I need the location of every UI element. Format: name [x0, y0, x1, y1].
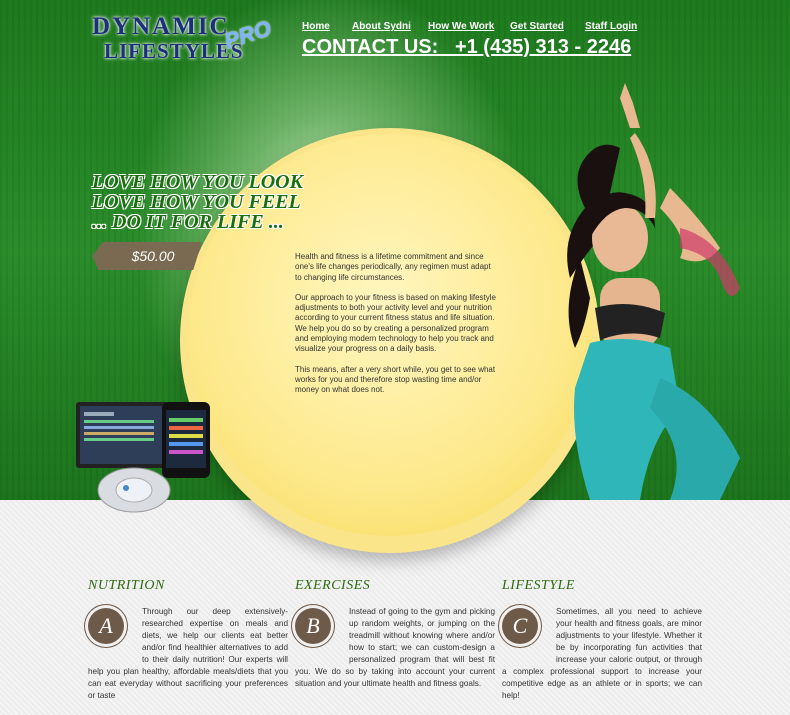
intro-paragraph: Health and fitness is a lifetime commitm…: [295, 252, 491, 282]
intro-text: Health and fitness is a lifetime commitm…: [295, 252, 497, 406]
price-value: $50.00: [131, 248, 175, 264]
tagline-line1: LOVE HOW YOU LOOK: [92, 171, 303, 193]
lifestyle-section: LIFESTYLE Sometimes, all you need to ach…: [502, 578, 702, 700]
nav-home[interactable]: Home: [302, 21, 330, 32]
section-badge: C: [502, 608, 538, 644]
section-title: NUTRITION: [88, 578, 165, 593]
nutrition-section: NUTRITION Through our deep extensively-r…: [88, 578, 288, 700]
nav-how-we-work[interactable]: How We Work: [428, 21, 494, 32]
section-badge: B: [295, 608, 331, 644]
site-logo[interactable]: DYNAMIC LIFESTYLES PRO: [92, 13, 274, 63]
section-title: LIFESTYLE: [502, 578, 575, 593]
fitness-devices-image: [76, 402, 210, 513]
dancer-image: [567, 83, 740, 500]
section-badge: A: [88, 608, 124, 644]
tagline: LOVE HOW YOU LOOK LOVE HOW YOU FEEL ... …: [92, 172, 303, 232]
section-title: EXERCISES: [295, 578, 371, 593]
nav-about-sydni[interactable]: About Sydni: [352, 21, 411, 32]
exercises-section: EXERCISES Instead of going to the gym an…: [295, 578, 495, 688]
intro-paragraph: This means, after a very short while, yo…: [295, 364, 496, 395]
intro-paragraph: Our approach to your fitness is based on…: [295, 292, 496, 354]
logo-line2: LIFESTYLES: [104, 39, 244, 63]
price-tag: $50.00: [92, 242, 202, 270]
nav-staff-login[interactable]: Staff Login: [585, 21, 637, 32]
tagline-line2: LOVE HOW YOU FEEL: [92, 191, 301, 213]
tagline-line3: ... DO IT FOR LIFE ...: [92, 211, 284, 233]
contact-phone[interactable]: CONTACT US: +1 (435) 313 - 2246: [302, 36, 631, 59]
nav-get-started[interactable]: Get Started: [510, 21, 564, 32]
logo-line1: DYNAMIC: [92, 13, 230, 40]
